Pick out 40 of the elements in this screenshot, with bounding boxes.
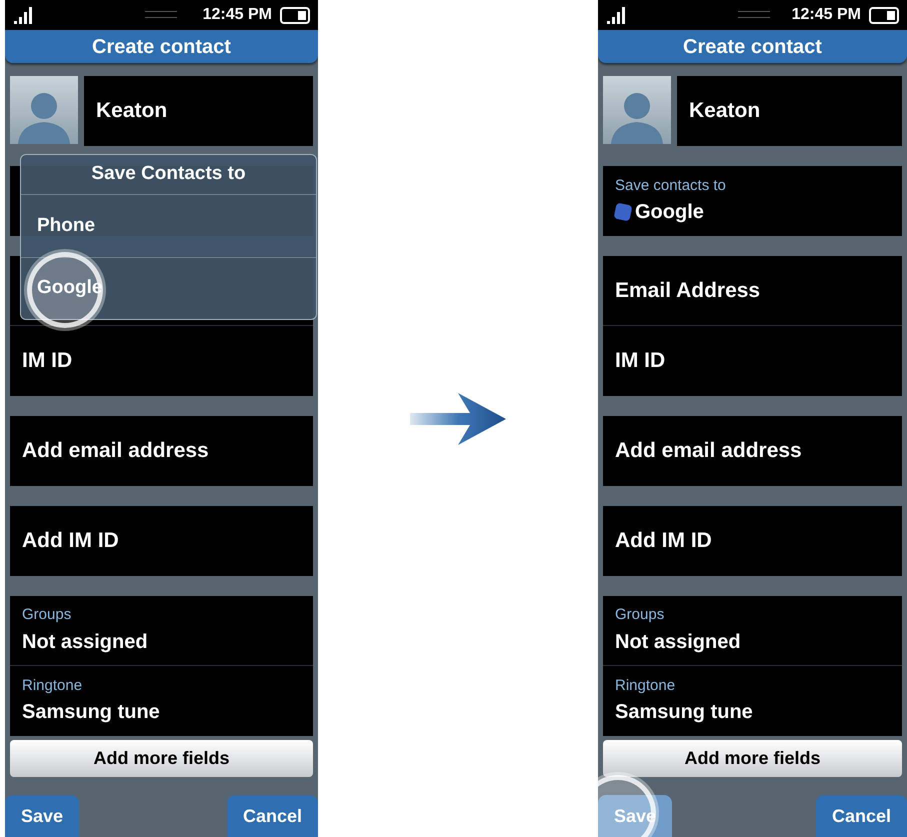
handle-icon [738,11,770,18]
field-label[interactable]: Add IM ID [615,525,890,557]
setting-value[interactable]: Not assigned [22,626,148,657]
setting-label: Ringtone [615,676,676,696]
setting-value[interactable]: Not assigned [615,626,741,657]
setting-value[interactable]: Samsung tune [22,697,160,728]
add-more-fields-button[interactable]: Add more fields [10,740,313,777]
handle-icon [145,11,177,18]
setting-label: Groups [22,605,72,626]
screen-title: Create contact [598,30,907,63]
field-label[interactable]: Email Address [615,274,890,306]
setting-value[interactable]: Samsung tune [615,697,753,728]
dialog-title: Save Contacts to [21,155,316,195]
save-button[interactable]: Save [5,795,80,837]
status-time: 12:45 PM [202,5,272,25]
name-field[interactable]: Keaton [677,76,902,146]
account-icon [614,202,632,222]
screen-title: Create contact [5,30,318,63]
setting-label: Ringtone [22,676,84,696]
add-more-fields-button[interactable]: Add more fields [603,740,902,777]
setting-label: Save contacts to [615,176,727,196]
cancel-button[interactable]: Cancel [816,795,907,837]
setting-value[interactable]: Google [635,197,704,228]
field-label[interactable]: Add email address [22,435,301,467]
battery-icon [280,6,310,24]
arrow-icon [408,390,508,446]
cancel-button[interactable]: Cancel [226,795,318,837]
dialog-option[interactable]: Phone [37,212,96,240]
name-field[interactable]: Keaton [84,76,313,146]
avatar-placeholder [10,76,78,144]
field-label[interactable]: Add email address [615,435,890,467]
avatar-placeholder [603,76,671,144]
status-time: 12:45 PM [792,5,861,25]
field-label[interactable]: Add IM ID [22,525,301,557]
signal-icon [606,6,628,24]
battery-icon [869,6,899,24]
field-label[interactable]: IM ID [615,345,890,377]
signal-icon [13,6,35,24]
field-label[interactable]: IM ID [22,345,301,377]
setting-label: Groups [615,605,666,626]
